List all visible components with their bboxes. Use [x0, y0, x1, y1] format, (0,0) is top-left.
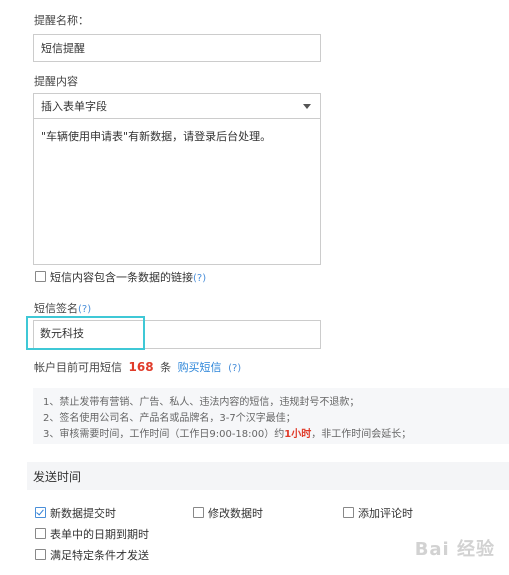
- sms-rules-notice: 1、禁止发带有营销、广告、私人、违法内容的短信，违规封号不退款； 2、签名使用公…: [33, 388, 509, 444]
- reminder-content-text: "车辆使用申请表"有新数据，请登录后台处理。: [41, 130, 272, 143]
- chevron-down-icon: [303, 104, 311, 109]
- option-modify-data-checkbox[interactable]: [193, 507, 204, 518]
- reminder-content-label: 提醒内容: [34, 75, 78, 88]
- signature-input[interactable]: 数元科技: [26, 316, 145, 350]
- option-add-comment-checkbox[interactable]: [343, 507, 354, 518]
- signature-label-row: 短信签名(?): [34, 300, 91, 316]
- rule-line-3-after: ，非工作时间会延长；: [311, 429, 412, 440]
- option-condition-label: 满足特定条件才发送: [50, 549, 149, 562]
- sms-balance-row: 帐户目前可用短信 168 条 购买短信 (?): [34, 359, 241, 375]
- signature-label: 短信签名: [34, 302, 78, 315]
- option-add-comment-label: 添加评论时: [358, 507, 413, 520]
- rule-line-3: 3、审核需要时间，工作时间（工作日9:00-18:00）约1小时，非工作时间会延…: [43, 427, 499, 443]
- reminder-name-label: 提醒名称：: [34, 14, 89, 27]
- send-time-section-header: 发送时间: [27, 462, 509, 490]
- sms-balance-count: 168: [128, 360, 154, 374]
- reminder-content-textarea[interactable]: "车辆使用申请表"有新数据，请登录后台处理。: [33, 118, 321, 265]
- signature-help-icon[interactable]: (?): [78, 304, 91, 315]
- option-new-data-checkbox[interactable]: [35, 507, 46, 518]
- send-time-title: 发送时间: [33, 469, 82, 484]
- sms-balance-unit: 条: [160, 361, 172, 374]
- option-new-data-label: 新数据提交时: [50, 507, 116, 520]
- include-link-checkbox[interactable]: [35, 271, 46, 282]
- rule-line-3-highlight: 1小时: [284, 429, 312, 440]
- rule-line-3-before: 3、审核需要时间，工作时间（工作日9:00-18:00）约: [43, 429, 285, 440]
- buy-sms-link[interactable]: 购买短信: [178, 361, 222, 374]
- reminder-name-value: 短信提醒: [41, 42, 85, 55]
- rule-line-1: 1、禁止发带有营销、广告、私人、违法内容的短信，违规封号不退款；: [43, 397, 360, 408]
- include-link-label: 短信内容包含一条数据的链接: [50, 271, 193, 284]
- option-date-due-checkbox[interactable]: [35, 528, 46, 539]
- include-link-help-icon[interactable]: (?): [193, 273, 206, 284]
- rule-line-2: 2、签名使用公司名、产品名或品牌名，3-7个汉字最佳；: [43, 413, 296, 424]
- balance-help-icon[interactable]: (?): [228, 363, 241, 374]
- option-condition-checkbox[interactable]: [35, 549, 46, 560]
- include-link-row: 短信内容包含一条数据的链接(?): [50, 269, 206, 285]
- insert-field-placeholder: 插入表单字段: [41, 100, 107, 113]
- signature-value: 数元科技: [40, 327, 84, 340]
- option-modify-data-label: 修改数据时: [208, 507, 263, 520]
- baidu-jingyan-watermark: Bai 经验: [414, 539, 495, 560]
- sms-balance-prefix: 帐户目前可用短信: [34, 361, 122, 374]
- option-date-due-label: 表单中的日期到期时: [50, 528, 149, 541]
- reminder-name-input[interactable]: 短信提醒: [33, 34, 321, 62]
- insert-field-select[interactable]: 插入表单字段: [33, 93, 321, 119]
